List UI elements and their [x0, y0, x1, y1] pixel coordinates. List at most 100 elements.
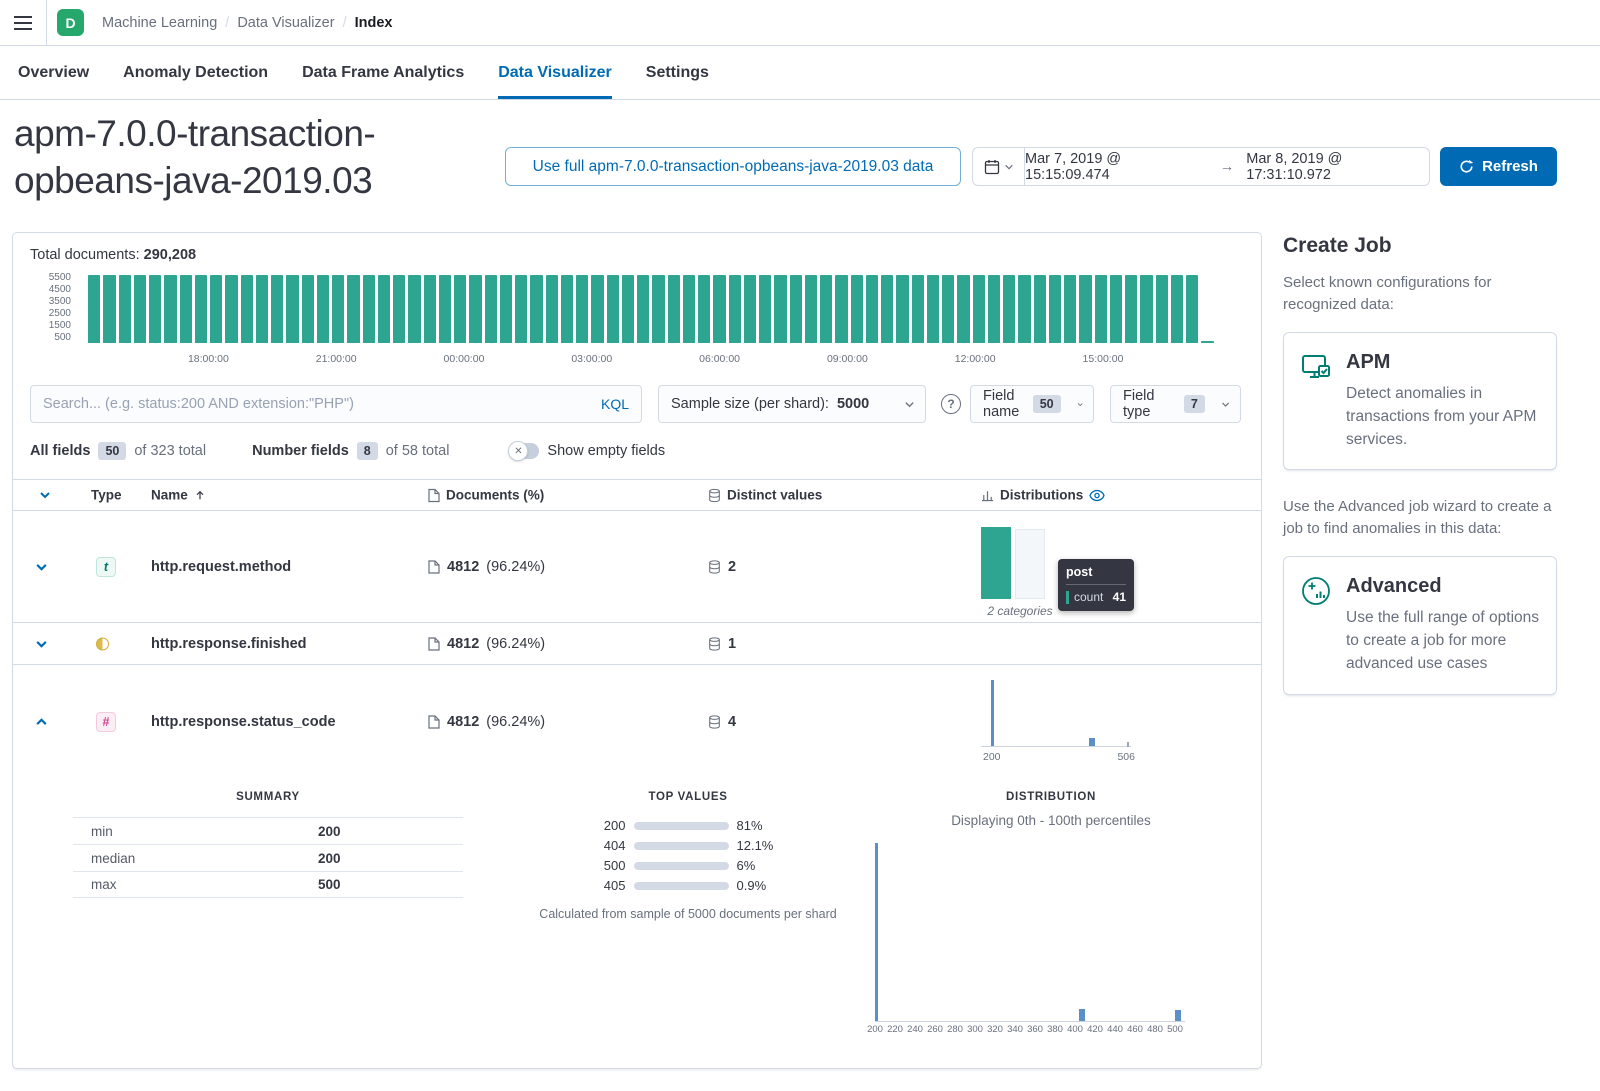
breadcrumb-machine-learning[interactable]: Machine Learning [102, 15, 217, 31]
doc-chart-bar [591, 275, 603, 343]
top-value-bar [634, 822, 729, 830]
doc-chart-y-tick: 4500 [13, 285, 71, 295]
doc-chart-x-tick: 06:00:00 [699, 353, 740, 365]
advanced-job-card[interactable]: Advanced Use the full range of options t… [1283, 556, 1557, 695]
doc-chart-x-tick: 12:00:00 [955, 353, 996, 365]
doc-chart-bar [866, 275, 878, 343]
sample-size-label: Sample size (per shard): [671, 396, 829, 412]
calendar-button[interactable] [973, 148, 1025, 185]
doc-chart-bar [424, 275, 436, 343]
category-distribution-chart [981, 522, 1057, 599]
document-icon [428, 637, 440, 651]
search-input[interactable] [43, 396, 591, 412]
doc-chart-bar [378, 275, 390, 343]
tab-anomaly-detection[interactable]: Anomaly Detection [123, 46, 268, 99]
doc-chart-bar [973, 275, 985, 343]
all-fields-label: All fields [30, 443, 90, 459]
refresh-button[interactable]: Refresh [1440, 147, 1557, 186]
top-value-row: 404 12.1% [508, 839, 868, 852]
chart-tooltip: post count 41 [1058, 559, 1134, 611]
date-start[interactable]: Mar 7, 2019 @ 15:15:09.474 [1025, 151, 1208, 183]
summary-stat-value: 200 [318, 824, 341, 839]
doc-chart-bar [1156, 275, 1168, 343]
doc-chart-bar [1171, 275, 1183, 343]
use-full-data-button[interactable]: Use full apm-7.0.0-transaction-opbeans-j… [505, 147, 961, 186]
doc-chart-bar [1140, 275, 1152, 343]
number-fields-summary: Number fields 8 of 58 total [252, 442, 449, 460]
create-job-title: Create Job [1283, 234, 1557, 258]
distribution-x-tick: 500 [1167, 1024, 1183, 1035]
doc-chart-bar [225, 275, 237, 343]
tab-data-frame-analytics[interactable]: Data Frame Analytics [302, 46, 464, 99]
advanced-wizard-intro: Use the Advanced job wizard to create a … [1283, 496, 1557, 540]
document-icon [428, 488, 440, 502]
distribution-x-tick: 220 [887, 1024, 903, 1035]
tab-overview[interactable]: Overview [18, 46, 89, 99]
top-value-row: 405 0.9% [508, 879, 868, 892]
chevron-down-icon [904, 399, 915, 410]
doc-chart-bar [1034, 275, 1046, 343]
field-type-select[interactable]: Field type 7 [1110, 385, 1241, 423]
doc-chart-y-tick: 3500 [13, 297, 71, 307]
field-name-select[interactable]: Field name 50 [970, 385, 1094, 423]
doc-chart-bar [1018, 275, 1030, 343]
space-avatar[interactable]: D [57, 9, 84, 36]
breadcrumb-separator: / [343, 15, 347, 31]
documents-percent: 4812 (96.24%) [428, 559, 545, 575]
table-row-http-request-method: t http.request.method 4812 (96.24%) 2 2 … [13, 511, 1261, 623]
top-value-bar [634, 882, 729, 890]
refresh-icon [1459, 159, 1474, 174]
total-documents: Total documents: 290,208 [30, 247, 196, 263]
row-expand-chevron-icon[interactable] [35, 637, 48, 650]
all-fields-total: of 323 total [134, 443, 206, 459]
show-empty-fields-toggle[interactable]: ✕ [509, 443, 539, 459]
column-header-name[interactable]: Name [151, 488, 206, 503]
distribution-x-tick: 400 [1067, 1024, 1083, 1035]
doc-chart-bar [683, 275, 695, 343]
row-collapse-chevron-icon[interactable] [35, 716, 48, 729]
date-range[interactable]: Mar 7, 2019 @ 15:15:09.474 → Mar 8, 2019… [1025, 148, 1429, 185]
apm-card-title: APM [1346, 351, 1540, 374]
doc-chart-bar [1125, 275, 1137, 343]
help-icon[interactable]: ? [941, 394, 961, 414]
distribution-x-tick: 260 [927, 1024, 943, 1035]
summary-stat-label: max [73, 877, 318, 892]
expand-all-chevron-icon[interactable] [39, 489, 51, 501]
doc-chart-bar [729, 275, 741, 343]
refresh-label: Refresh [1482, 158, 1538, 175]
number-fields-label: Number fields [252, 443, 349, 459]
top-value-label: 404 [588, 838, 626, 853]
distribution-x-tick: 440 [1107, 1024, 1123, 1035]
summary-row: max 500 [73, 871, 463, 898]
chevron-down-icon [1077, 399, 1083, 410]
doc-chart-bar [195, 275, 207, 343]
doc-chart-bar [286, 275, 298, 343]
doc-chart-bar [1110, 275, 1122, 343]
apm-job-card[interactable]: APM Detect anomalies in transactions fro… [1283, 332, 1557, 471]
doc-chart-bar [408, 275, 420, 343]
tab-data-visualizer[interactable]: Data Visualizer [498, 46, 612, 99]
menu-icon[interactable] [0, 6, 46, 40]
tab-settings[interactable]: Settings [646, 46, 709, 99]
sample-size-select[interactable]: Sample size (per shard): 5000 [658, 385, 926, 423]
eye-icon[interactable] [1089, 488, 1105, 502]
breadcrumb-data-visualizer[interactable]: Data Visualizer [237, 15, 334, 31]
all-fields-summary: All fields 50 of 323 total [30, 442, 206, 460]
kql-button[interactable]: KQL [601, 396, 629, 412]
doc-chart-bar [164, 275, 176, 343]
top-value-bar [634, 862, 729, 870]
doc-chart-bar [210, 275, 222, 343]
doc-chart-bar [1186, 275, 1198, 343]
doc-chart-bar [1064, 275, 1076, 343]
top-value-label: 500 [588, 858, 626, 873]
doc-chart-bar [896, 275, 908, 343]
doc-chart-bar [668, 275, 680, 343]
doc-chart-bar [744, 275, 756, 343]
row-expand-chevron-icon[interactable] [35, 560, 48, 573]
doc-chart-bar [149, 275, 161, 343]
doc-chart-bar [1201, 341, 1213, 343]
date-end[interactable]: Mar 8, 2019 @ 17:31:10.972 [1246, 151, 1429, 183]
number-fields-total: of 58 total [386, 443, 450, 459]
doc-chart-y-tick: 2500 [13, 309, 71, 319]
distribution-section: DISTRIBUTION Displaying 0th - 100th perc… [863, 791, 1239, 1036]
